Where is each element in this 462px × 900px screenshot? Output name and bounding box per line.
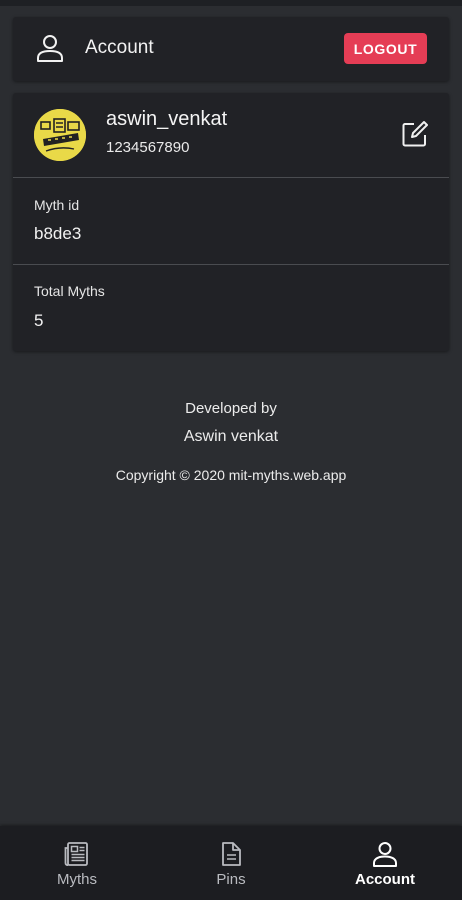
myth-id-label: Myth id — [34, 197, 80, 213]
profile-card: aswin_venkat 1234567890 Myth id b8de3 To… — [13, 93, 449, 351]
username: aswin_venkat — [106, 108, 228, 130]
nav-item-pins[interactable]: Pins — [154, 826, 308, 900]
phone-number: 1234567890 — [106, 139, 190, 156]
status-bar-strip — [0, 0, 462, 6]
nav-label-myths: Myths — [56, 871, 97, 888]
person-icon — [373, 842, 397, 867]
total-myths-label: Total Myths — [34, 283, 105, 299]
logout-button[interactable]: LOGOUT — [344, 33, 427, 64]
page-title: Account — [85, 37, 154, 58]
nav-item-account[interactable]: Account — [308, 826, 462, 900]
account-header: Account LOGOUT — [13, 17, 449, 81]
nav-item-myths[interactable]: Myths — [0, 826, 154, 900]
total-myths-value: 5 — [34, 311, 44, 330]
developer-name: Aswin venkat — [183, 428, 279, 445]
developed-by-label: Developed by — [185, 400, 277, 417]
avatar[interactable] — [34, 109, 86, 161]
bottom-navigation: Myths Pins Account — [0, 826, 462, 900]
document-icon — [222, 842, 241, 866]
divider — [13, 264, 449, 265]
divider — [13, 177, 449, 178]
avatar-logo — [34, 109, 86, 161]
newspaper-icon — [64, 842, 88, 866]
nav-label-pins: Pins — [216, 871, 246, 888]
myth-id-value: b8de3 — [34, 224, 82, 243]
edit-icon[interactable] — [401, 120, 429, 148]
person-icon — [37, 35, 63, 62]
nav-label-account: Account — [355, 871, 415, 888]
copyright-text: Copyright © 2020 mit-myths.web.app — [115, 467, 347, 483]
